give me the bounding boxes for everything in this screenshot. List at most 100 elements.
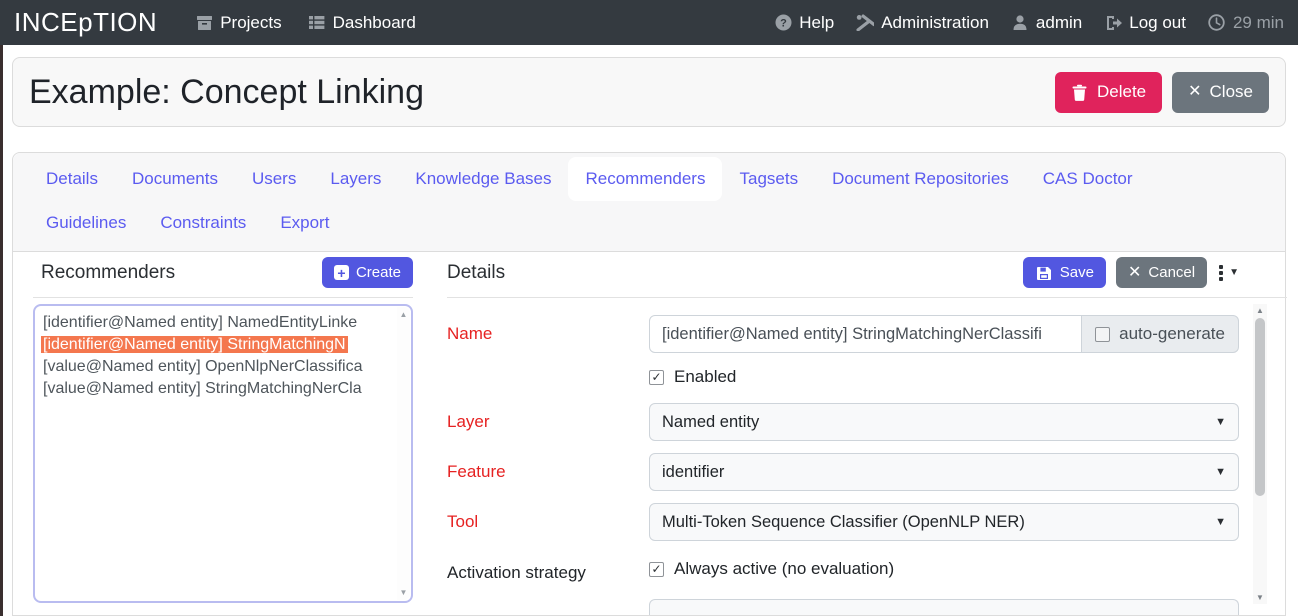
nav-dashboard-label: Dashboard bbox=[333, 13, 416, 33]
activation-row: Activation strategy ✓ Always active (no … bbox=[447, 557, 1251, 583]
nav-help-label: Help bbox=[799, 13, 834, 33]
tab-tagsets[interactable]: Tagsets bbox=[722, 157, 815, 201]
feature-select-value: identifier bbox=[662, 463, 724, 482]
enabled-checkbox[interactable]: ✓ bbox=[649, 370, 664, 385]
navbar-left-menu: Projects Dashboard bbox=[195, 13, 416, 33]
recommender-list[interactable]: [identifier@Named entity] NamedEntityLin… bbox=[33, 304, 413, 603]
save-button-label: Save bbox=[1060, 264, 1094, 281]
tab-documents[interactable]: Documents bbox=[115, 157, 235, 201]
auto-generate-addon[interactable]: auto-generate bbox=[1082, 315, 1239, 353]
save-icon bbox=[1035, 264, 1053, 282]
svg-text:?: ? bbox=[780, 18, 787, 30]
enabled-row: ✓ Enabled bbox=[447, 367, 1251, 387]
tab-document-repositories[interactable]: Document Repositories bbox=[815, 157, 1026, 201]
name-input-group: auto-generate bbox=[649, 315, 1239, 353]
chevron-down-icon: ▼ bbox=[1215, 466, 1226, 478]
list-item[interactable]: [value@Named entity] StringMatchingNerCl… bbox=[41, 378, 395, 400]
create-button-label: Create bbox=[356, 264, 401, 281]
tab-recommenders[interactable]: Recommenders bbox=[568, 157, 722, 201]
list-item[interactable]: [value@Named entity] OpenNlpNerClassific… bbox=[41, 356, 395, 378]
tab-knowledge-bases[interactable]: Knowledge Bases bbox=[398, 157, 568, 201]
tool-select[interactable]: Multi-Token Sequence Classifier (OpenNLP… bbox=[649, 503, 1239, 541]
list-item-selected[interactable]: [identifier@Named entity] StringMatching… bbox=[41, 334, 395, 356]
list-scrollbar[interactable]: ▲ ▼ bbox=[397, 307, 410, 600]
tool-label: Tool bbox=[447, 512, 649, 532]
title-actions: Delete ✕ Close bbox=[1055, 72, 1269, 113]
details-panel-title: Details bbox=[447, 262, 505, 284]
nav-projects-label: Projects bbox=[220, 13, 281, 33]
project-title-card: Example: Concept Linking Delete ✕ Close bbox=[12, 57, 1286, 127]
nav-administration-label: Administration bbox=[881, 13, 989, 33]
nav-help[interactable]: ? Help bbox=[774, 13, 834, 33]
logout-icon bbox=[1104, 14, 1122, 32]
archive-icon bbox=[195, 14, 213, 32]
page-title: Example: Concept Linking bbox=[29, 73, 424, 112]
form-scrollbar[interactable]: ▲ ▼ bbox=[1253, 304, 1267, 604]
user-icon bbox=[1011, 14, 1029, 32]
top-navbar: INCEpTION Projects Dashboard ? Help Adm bbox=[0, 0, 1298, 45]
list-icon bbox=[308, 14, 326, 32]
navbar-right-menu: ? Help Administration admin Log out bbox=[774, 13, 1284, 33]
recommenders-panel: Recommenders + Create [identifier@Named … bbox=[33, 257, 413, 603]
chevron-down-icon: ▼ bbox=[1229, 267, 1239, 278]
close-button-label: Close bbox=[1210, 82, 1253, 102]
list-item[interactable]: [identifier@Named entity] NamedEntityLin… bbox=[41, 312, 395, 334]
tool-row: Tool Multi-Token Sequence Classifier (Op… bbox=[447, 503, 1251, 541]
auto-generate-checkbox[interactable] bbox=[1095, 327, 1110, 342]
details-panel: Details Save ✕ Cancel ▼ bbox=[447, 257, 1287, 615]
cancel-icon: ✕ bbox=[1128, 265, 1141, 281]
nav-administration[interactable]: Administration bbox=[856, 13, 989, 33]
activation-strategy-label: Activation strategy bbox=[447, 557, 649, 583]
nav-projects[interactable]: Projects bbox=[195, 13, 281, 33]
cancel-button[interactable]: ✕ Cancel bbox=[1116, 257, 1207, 288]
more-options-menu[interactable]: ▼ bbox=[1217, 261, 1241, 285]
partial-row bbox=[447, 599, 1251, 615]
scroll-up-icon[interactable]: ▲ bbox=[1256, 306, 1264, 315]
delete-button[interactable]: Delete bbox=[1055, 72, 1162, 113]
recommender-form: Name auto-generate ✓ Ena bbox=[447, 298, 1251, 615]
always-active-checkbox[interactable]: ✓ bbox=[649, 562, 664, 577]
scroll-down-icon[interactable]: ▼ bbox=[400, 588, 408, 597]
tools-icon bbox=[856, 14, 874, 32]
tab-export[interactable]: Export bbox=[263, 201, 346, 245]
nav-dashboard[interactable]: Dashboard bbox=[308, 13, 416, 33]
details-panel-header: Details Save ✕ Cancel ▼ bbox=[447, 257, 1287, 298]
auto-generate-label: auto-generate bbox=[1119, 324, 1225, 344]
clock-icon bbox=[1208, 14, 1226, 32]
layer-select[interactable]: Named entity ▼ bbox=[649, 403, 1239, 441]
session-timer: 29 min bbox=[1208, 13, 1284, 33]
tab-guidelines[interactable]: Guidelines bbox=[29, 201, 143, 245]
scroll-down-icon[interactable]: ▼ bbox=[1256, 593, 1264, 602]
layer-row: Layer Named entity ▼ bbox=[447, 403, 1251, 441]
tab-layers[interactable]: Layers bbox=[313, 157, 398, 201]
name-label: Name bbox=[447, 324, 649, 344]
close-icon: ✕ bbox=[1188, 84, 1201, 100]
chevron-down-icon: ▼ bbox=[1215, 516, 1226, 528]
settings-tabs: Details Documents Users Layers Knowledge… bbox=[13, 153, 1285, 252]
feature-select[interactable]: identifier ▼ bbox=[649, 453, 1239, 491]
tab-constraints[interactable]: Constraints bbox=[143, 201, 263, 245]
clipped-select[interactable] bbox=[649, 599, 1239, 615]
scrollbar-thumb[interactable] bbox=[1255, 318, 1265, 496]
chevron-down-icon: ▼ bbox=[1215, 416, 1226, 428]
app-brand[interactable]: INCEpTION bbox=[14, 7, 157, 38]
layer-label: Layer bbox=[447, 412, 649, 432]
help-icon: ? bbox=[774, 14, 792, 32]
layer-select-value: Named entity bbox=[662, 413, 759, 432]
scroll-up-icon[interactable]: ▲ bbox=[400, 310, 408, 319]
tab-details[interactable]: Details bbox=[29, 157, 115, 201]
details-panel-actions: Save ✕ Cancel ▼ bbox=[1023, 257, 1241, 288]
plus-square-icon: + bbox=[334, 265, 349, 280]
tab-users[interactable]: Users bbox=[235, 157, 313, 201]
create-button[interactable]: + Create bbox=[322, 257, 413, 288]
nav-user-label: admin bbox=[1036, 13, 1082, 33]
tab-cas-doctor[interactable]: CAS Doctor bbox=[1026, 157, 1150, 201]
close-button[interactable]: ✕ Close bbox=[1172, 72, 1269, 113]
nav-logout[interactable]: Log out bbox=[1104, 13, 1186, 33]
kebab-icon bbox=[1219, 265, 1223, 281]
nav-user[interactable]: admin bbox=[1011, 13, 1082, 33]
save-button[interactable]: Save bbox=[1023, 257, 1106, 288]
name-input[interactable] bbox=[649, 315, 1082, 353]
always-active-label: Always active (no evaluation) bbox=[674, 559, 894, 579]
cancel-button-label: Cancel bbox=[1148, 264, 1195, 281]
